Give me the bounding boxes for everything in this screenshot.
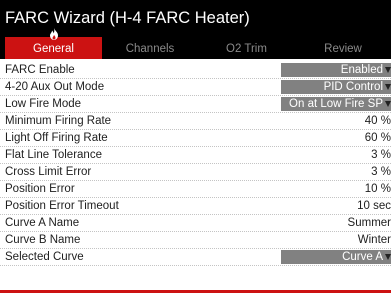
setting-label: Low Fire Mode <box>5 98 82 110</box>
setting-row-flat-line-tolerance[interactable]: Flat Line Tolerance 3 % <box>0 147 391 164</box>
setting-row-selected-curve: Selected Curve Curve A <box>0 249 391 266</box>
dropdown-value: Enabled <box>340 64 383 76</box>
setting-row-position-error[interactable]: Position Error 10 % <box>0 181 391 198</box>
setting-row-min-firing-rate[interactable]: Minimum Firing Rate 40 % <box>0 113 391 130</box>
tab-review-label: Review <box>324 43 362 55</box>
setting-label: Curve B Name <box>5 234 81 246</box>
setting-label: Selected Curve <box>5 251 84 263</box>
dropdown-value: PID Control <box>323 81 383 93</box>
setting-label: Position Error <box>5 183 75 195</box>
tab-channels-label: Channels <box>125 43 175 55</box>
setting-row-aux-out-mode: 4-20 Aux Out Mode PID Control <box>0 79 391 96</box>
caret-down-icon <box>385 84 391 90</box>
tab-o2-trim-label: O2 Trim <box>226 43 267 55</box>
setting-row-low-fire-mode: Low Fire Mode On at Low Fire SP <box>0 96 391 113</box>
setting-row-curve-b-name[interactable]: Curve B Name Winter <box>0 232 391 249</box>
caret-down-icon <box>385 101 391 107</box>
setting-value[interactable]: 10 % <box>365 181 391 197</box>
low-fire-mode-dropdown[interactable]: On at Low Fire SP <box>281 97 391 111</box>
setting-value[interactable]: 10 sec <box>357 198 391 214</box>
setting-value[interactable]: 3 % <box>371 164 391 180</box>
setting-value[interactable]: Summer <box>348 215 391 231</box>
setting-value[interactable]: 3 % <box>371 147 391 163</box>
flame-icon <box>49 28 58 40</box>
tab-o2-trim[interactable]: O2 Trim <box>198 37 295 59</box>
settings-list: FARC Enable Enabled 4-20 Aux Out Mode PI… <box>0 62 391 266</box>
setting-label: FARC Enable <box>5 64 75 76</box>
dropdown-value: Curve A <box>342 251 383 263</box>
caret-down-icon <box>385 67 391 73</box>
caret-down-icon <box>385 254 391 260</box>
dropdown-value: On at Low Fire SP <box>289 98 383 110</box>
setting-label: Light Off Firing Rate <box>5 132 108 144</box>
setting-label: Position Error Timeout <box>5 200 119 212</box>
setting-row-cross-limit-error[interactable]: Cross Limit Error 3 % <box>0 164 391 181</box>
setting-row-curve-a-name[interactable]: Curve A Name Summer <box>0 215 391 232</box>
setting-label: 4-20 Aux Out Mode <box>5 81 105 93</box>
selected-curve-dropdown[interactable]: Curve A <box>281 250 391 264</box>
setting-label: Curve A Name <box>5 217 80 229</box>
setting-value[interactable]: 40 % <box>365 113 391 129</box>
setting-value[interactable]: Winter <box>358 232 391 248</box>
farc-enable-dropdown[interactable]: Enabled <box>281 63 391 77</box>
setting-row-light-off-firing-rate[interactable]: Light Off Firing Rate 60 % <box>0 130 391 147</box>
setting-label: Minimum Firing Rate <box>5 115 112 127</box>
aux-out-mode-dropdown[interactable]: PID Control <box>281 80 391 94</box>
tab-general[interactable]: General <box>5 28 102 59</box>
tab-general-label: General <box>33 43 74 55</box>
tab-channels[interactable]: Channels <box>102 37 198 59</box>
setting-row-farc-enable: FARC Enable Enabled <box>0 62 391 79</box>
setting-label: Cross Limit Error <box>5 166 92 178</box>
tab-review[interactable]: Review <box>295 37 391 59</box>
setting-row-position-error-timeout[interactable]: Position Error Timeout 10 sec <box>0 198 391 215</box>
tab-bar: General Channels O2 Trim Review <box>0 28 391 59</box>
window-title: FARC Wizard (H-4 FARC Heater) <box>0 0 391 37</box>
setting-value[interactable]: 60 % <box>365 130 391 146</box>
setting-label: Flat Line Tolerance <box>5 149 102 161</box>
